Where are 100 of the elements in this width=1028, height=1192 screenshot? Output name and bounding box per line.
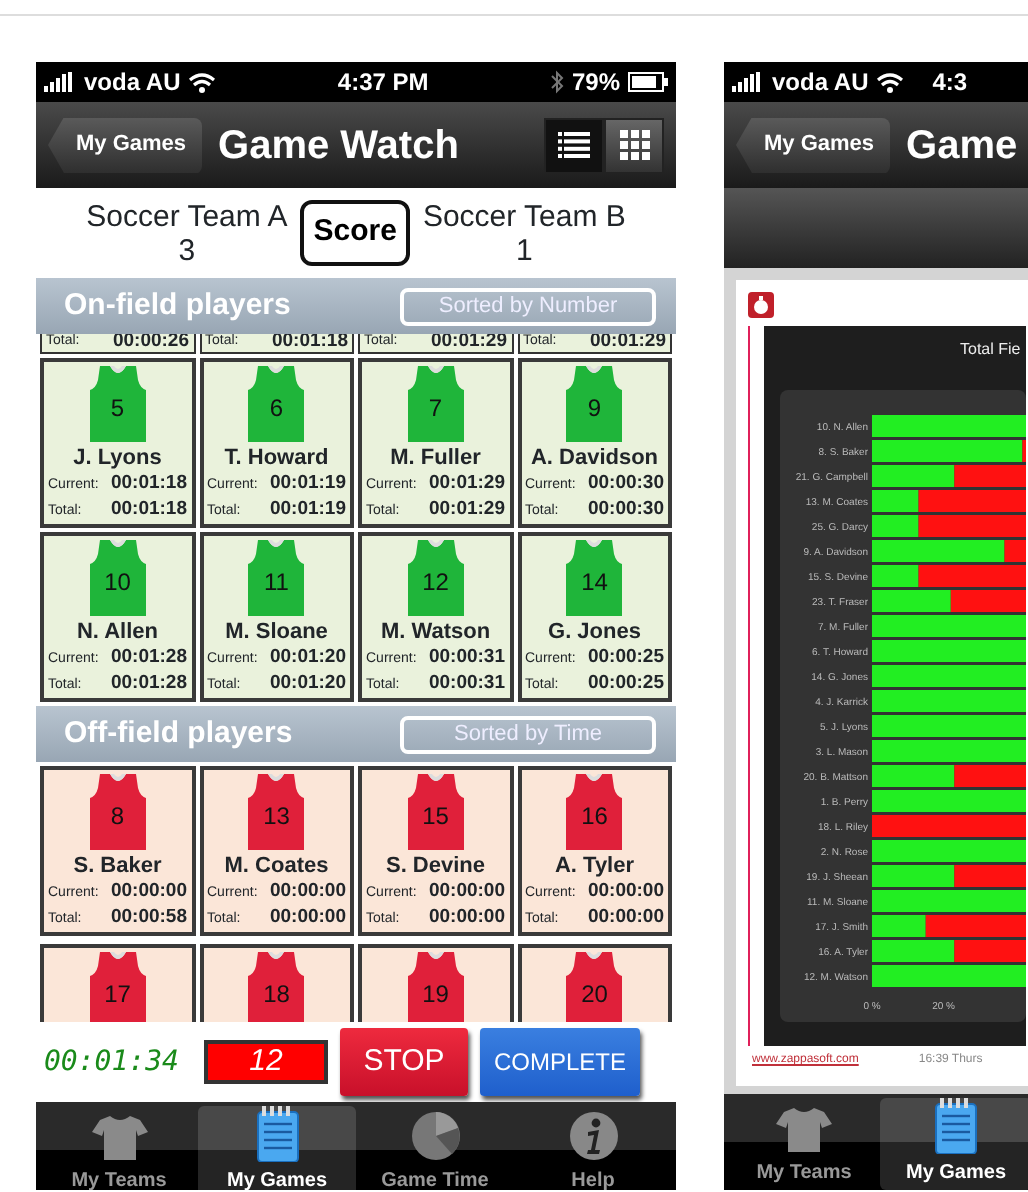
jersey-number: 7 xyxy=(426,394,445,422)
jersey-icon xyxy=(562,952,627,1022)
jersey-icon xyxy=(244,952,309,1022)
current-time: 00:00:00 xyxy=(587,880,664,904)
current-time: 00:00:31 xyxy=(428,646,505,670)
bar-segment xyxy=(872,940,955,962)
tab-bar-item[interactable]: Game Time xyxy=(356,1106,514,1190)
current-time: 00:00:00 xyxy=(428,880,505,904)
screen-title: Game Watch xyxy=(218,121,459,171)
screen-title: Game xyxy=(906,121,1018,171)
total-time: 00:01:28 xyxy=(110,672,187,696)
section-title: Off-field players xyxy=(64,713,293,754)
score-button[interactable]: Score xyxy=(299,200,411,266)
shirt-icon xyxy=(91,1114,147,1162)
jersey-number: 18 xyxy=(261,980,292,1008)
grid-icon xyxy=(619,130,649,160)
bar-segment xyxy=(954,865,1026,887)
player-name: G. Jones xyxy=(546,618,643,646)
total-time: 00:01:20 xyxy=(269,672,346,696)
view-toggle-button[interactable] xyxy=(544,117,604,173)
notepad-icon xyxy=(255,1106,299,1162)
info-icon xyxy=(567,1110,619,1162)
total-time: 00:01:29 xyxy=(589,334,666,354)
player-name: A. Tyler xyxy=(552,852,637,880)
total-time: 00:01:18 xyxy=(110,498,187,522)
counter-display: 12 xyxy=(204,1040,328,1084)
current-time: 00:01:19 xyxy=(269,472,346,496)
jersey-icon xyxy=(244,366,309,442)
bar-segment xyxy=(872,590,951,612)
chart-title: Total Fie xyxy=(960,340,1021,358)
total-time: 00:00:31 xyxy=(428,672,505,696)
player-name: S. Devine xyxy=(383,852,488,880)
jersey-icon xyxy=(85,952,150,1022)
back-button[interactable]: My Games xyxy=(736,117,891,173)
tab-bar-item[interactable]: My Teams xyxy=(40,1106,198,1190)
jersey-icon xyxy=(244,774,309,850)
signal-icon xyxy=(44,72,76,92)
total-time: 00:00:25 xyxy=(587,672,664,696)
total-time: 00:01:18 xyxy=(271,334,348,354)
team-score: 3 xyxy=(176,233,198,267)
jersey-number: 16 xyxy=(579,802,610,830)
jersey-icon xyxy=(562,774,627,850)
current-time: 00:01:29 xyxy=(428,472,505,496)
tab-bar-item[interactable]: Help xyxy=(514,1106,672,1190)
wifi-icon xyxy=(876,71,905,93)
wifi-icon xyxy=(188,71,217,93)
player-name: T. Howard xyxy=(222,444,331,472)
team-name: Soccer Team A xyxy=(86,199,288,233)
tab-bar-item[interactable]: My Teams xyxy=(728,1098,880,1190)
player-card[interactable]: 17 xyxy=(40,944,195,1022)
team-score: 1 xyxy=(513,233,535,267)
player-name: A. Davidson xyxy=(528,444,661,472)
jersey-number: 17 xyxy=(102,980,133,1008)
bar-segment xyxy=(872,465,955,487)
jersey-icon xyxy=(403,952,468,1022)
total-time: 00:01:29 xyxy=(428,498,505,522)
current-time: 00:01:20 xyxy=(269,646,346,670)
total-time: 00:00:30 xyxy=(587,498,664,522)
player-card[interactable]: 19 xyxy=(358,944,513,1022)
tab-bar-item[interactable]: My Games xyxy=(880,1098,1028,1190)
status-time: 4:3 xyxy=(932,66,968,100)
jersey-number: 19 xyxy=(420,980,451,1008)
bluetooth-icon xyxy=(549,70,564,94)
total-time: 00:00:00 xyxy=(587,906,664,930)
jersey-icon xyxy=(244,540,309,616)
bar-segment xyxy=(872,865,955,887)
player-name: M. Coates xyxy=(222,852,331,880)
player-name: M. Watson xyxy=(378,618,493,646)
total-time: 00:00:00 xyxy=(269,906,346,930)
back-button[interactable]: My Games xyxy=(48,117,203,173)
current-time: 00:01:18 xyxy=(110,472,187,496)
jersey-number: 5 xyxy=(108,394,127,422)
jersey-number: 8 xyxy=(108,802,127,830)
jersey-number: 14 xyxy=(579,568,610,596)
bar-segment xyxy=(954,765,1026,787)
player-card[interactable]: 18 xyxy=(199,944,354,1022)
stop-button[interactable]: STOP xyxy=(340,1028,468,1096)
tab-bar-item[interactable]: My Games xyxy=(198,1106,356,1190)
complete-button[interactable]: COMPLETE xyxy=(480,1028,640,1096)
jersey-icon xyxy=(85,540,150,616)
player-name: M. Sloane xyxy=(223,618,330,646)
pie-chart-icon xyxy=(409,1110,461,1162)
jersey-icon xyxy=(403,366,468,442)
jersey-icon xyxy=(85,366,150,442)
notepad-icon xyxy=(934,1098,978,1154)
carrier-name: voda AU xyxy=(84,66,181,100)
jersey-icon xyxy=(403,540,468,616)
player-name: J. Lyons xyxy=(71,444,164,472)
jersey-icon xyxy=(403,774,468,850)
jersey-number: 15 xyxy=(420,802,451,830)
jersey-number: 20 xyxy=(579,980,610,1008)
player-card[interactable]: 20 xyxy=(517,944,672,1022)
player-name: N. Allen xyxy=(74,618,161,646)
player-name: M. Fuller xyxy=(388,444,483,472)
shirt-icon xyxy=(776,1106,832,1154)
jersey-number: 11 xyxy=(262,568,291,596)
view-toggle-button[interactable] xyxy=(604,117,664,173)
list-icon xyxy=(558,132,590,158)
battery-icon xyxy=(628,72,668,92)
jersey-icon xyxy=(562,366,627,442)
